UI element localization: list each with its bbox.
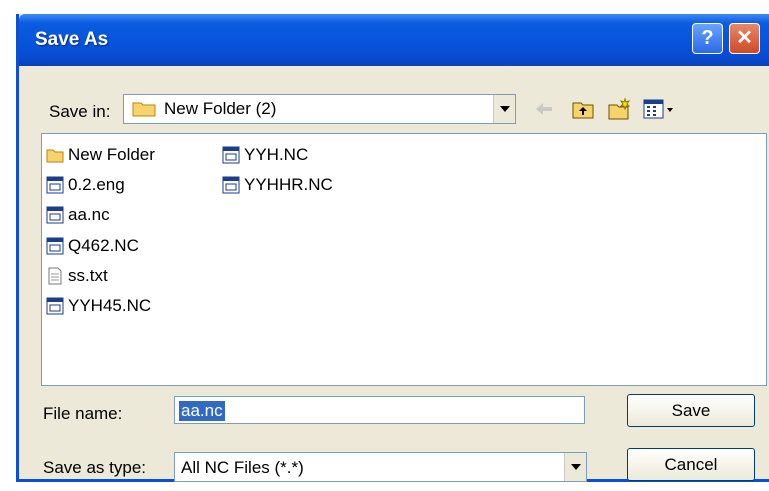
nc-file-icon (222, 176, 240, 194)
current-folder-name: New Folder (2) (164, 99, 277, 118)
back-arrow-icon[interactable] (532, 97, 556, 121)
dialog-title: Save As (35, 29, 109, 50)
save-as-type-dropdown[interactable]: All NC Files (*.*) (174, 452, 587, 482)
folder-icon (46, 149, 64, 163)
save-button[interactable]: Save (627, 394, 755, 427)
help-button[interactable]: ? (692, 23, 723, 54)
save-as-type-value: All NC Files (*.*) (181, 458, 304, 477)
text-file-icon (48, 267, 62, 285)
file-name-value: aa.nc (179, 401, 225, 421)
view-menu-icon[interactable] (642, 97, 676, 121)
list-item[interactable]: 0.2.eng (46, 174, 125, 196)
page-background: Save As ? ✕ Save in: New Folder (2) New … (0, 0, 769, 491)
file-name-label: File name: (43, 404, 123, 423)
file-list[interactable]: New Folder 0.2.eng aa.nc Q462.NC ss.txt … (41, 133, 767, 386)
nc-file-icon (222, 146, 240, 164)
nc-file-icon (46, 176, 64, 194)
folder-icon (132, 102, 156, 117)
save-in-dropdown[interactable]: New Folder (2) (123, 94, 516, 124)
file-name-input[interactable]: aa.nc (174, 396, 585, 424)
title-bar[interactable]: Save As ? ✕ (19, 14, 769, 66)
close-button[interactable]: ✕ (729, 23, 760, 54)
save-in-label: Save in: (49, 102, 111, 121)
list-item[interactable]: aa.nc (46, 204, 110, 226)
list-item[interactable]: YYH.NC (222, 144, 308, 166)
up-one-level-icon[interactable] (571, 97, 595, 121)
list-item[interactable]: ss.txt (46, 265, 108, 287)
list-item[interactable]: New Folder (46, 144, 155, 166)
new-folder-icon[interactable] (607, 97, 631, 121)
list-item[interactable]: Q462.NC (46, 235, 139, 257)
save-as-type-label: Save as type: (43, 458, 147, 477)
cancel-button[interactable]: Cancel (627, 448, 755, 481)
list-item[interactable]: YYH45.NC (46, 295, 151, 317)
nc-file-icon (46, 297, 64, 315)
nc-file-icon (46, 237, 64, 255)
nc-file-icon (46, 206, 64, 224)
chevron-down-icon[interactable] (564, 453, 586, 481)
chevron-down-icon[interactable] (493, 95, 515, 123)
list-item[interactable]: YYHHR.NC (222, 174, 333, 196)
save-as-dialog: Save As ? ✕ Save in: New Folder (2) New … (16, 14, 769, 482)
